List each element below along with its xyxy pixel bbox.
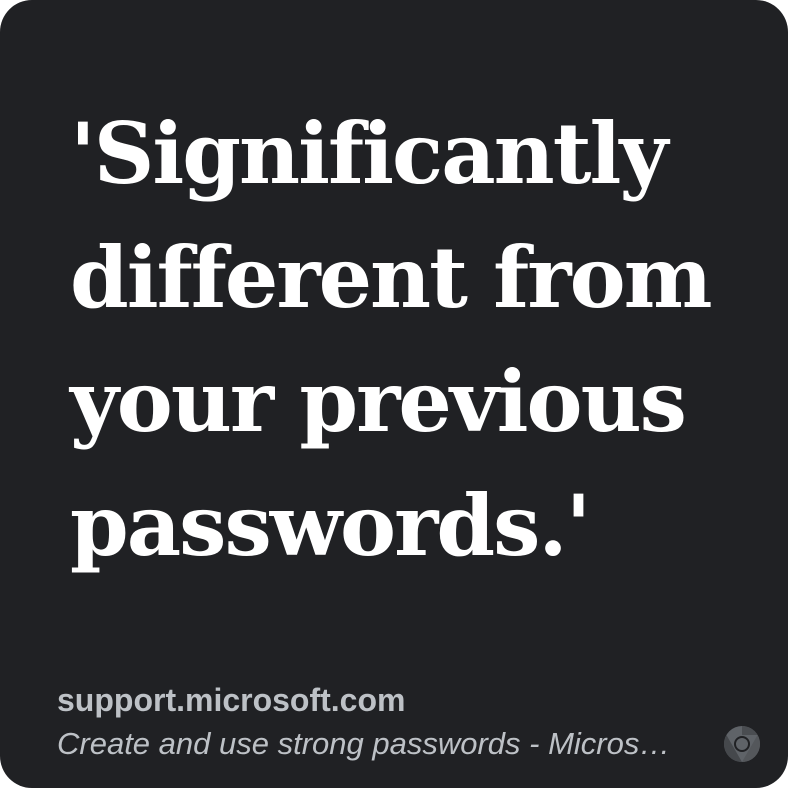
quote-text: 'Significantly different from your previ… — [70, 104, 712, 575]
source-domain[interactable]: support.microsoft.com — [57, 680, 405, 720]
quote-card[interactable]: 'Significantly different from your previ… — [0, 0, 788, 788]
source-page-title[interactable]: Create and use strong passwords - Micros… — [57, 724, 697, 764]
chrome-icon — [723, 726, 761, 762]
